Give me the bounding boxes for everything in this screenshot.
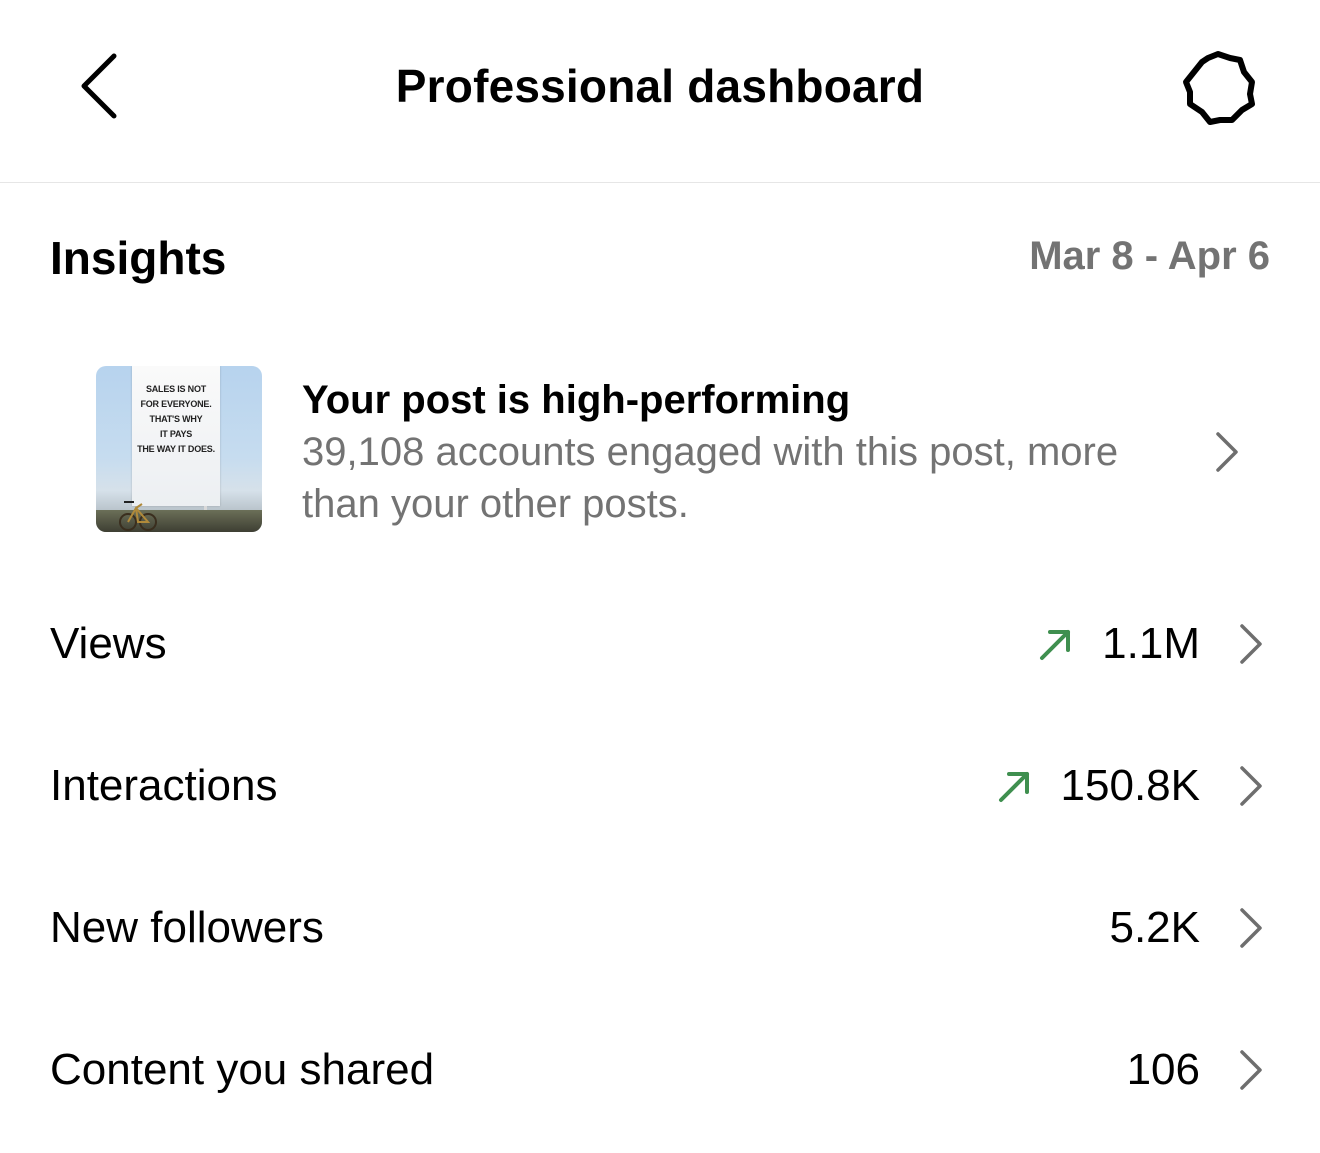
metric-value: 106 (1126, 1045, 1200, 1094)
metric-value-group: 1.1M (1036, 618, 1264, 670)
metric-value-group: 150.8K (995, 760, 1264, 812)
top-bar: Professional dashboard (0, 0, 1320, 183)
metric-value: 5.2K (1109, 903, 1200, 952)
page-title: Professional dashboard (395, 60, 925, 112)
post-thumbnail: SALES IS NOT FOR EVERYONE. THAT'S WHY IT… (96, 366, 262, 532)
metric-row-views[interactable]: Views 1.1M (0, 582, 1320, 702)
gear-icon (1183, 51, 1255, 125)
metric-value: 1.1M (1102, 619, 1200, 668)
metric-row-interactions[interactable]: Interactions 150.8K (0, 724, 1320, 844)
thumbnail-text-line: FOR EVERYONE. (140, 399, 212, 409)
metric-row-content-shared[interactable]: Content you shared 106 (0, 1008, 1320, 1128)
date-range[interactable]: Mar 8 - Apr 6 (1029, 230, 1270, 282)
trend-up-arrow-icon (998, 772, 1029, 802)
insights-heading: Insights (50, 232, 227, 284)
chevron-right-icon (1240, 624, 1262, 664)
chevron-right-icon (1240, 908, 1262, 948)
chevron-right-icon (1216, 432, 1238, 472)
metric-label: New followers (50, 903, 324, 952)
settings-button[interactable] (1176, 46, 1260, 130)
metric-value: 150.8K (1060, 761, 1200, 810)
thumbnail-text-line: THAT'S WHY (149, 414, 203, 424)
high-performing-post-card[interactable]: SALES IS NOT FOR EVERYONE. THAT'S WHY IT… (0, 340, 1320, 560)
thumbnail-text-line: IT PAYS (159, 429, 193, 439)
chevron-right-icon (1240, 1050, 1262, 1090)
thumbnail-billboard: SALES IS NOT FOR EVERYONE. THAT'S WHY IT… (132, 366, 220, 506)
trend-up-arrow-icon (1040, 630, 1071, 660)
chevron-right-icon (1240, 766, 1262, 806)
thumbnail-text-line: THE WAY IT DOES. (137, 444, 215, 454)
card-title: Your post is high-performing (302, 378, 851, 422)
metric-label: Content you shared (50, 1045, 435, 1094)
metric-label: Views (50, 619, 167, 668)
card-description: 39,108 accounts engaged with this post, … (302, 430, 1119, 526)
metric-value-group: 5.2K (1109, 902, 1264, 954)
metric-label: Interactions (50, 761, 278, 810)
bicycle-icon (119, 501, 157, 531)
thumbnail-text-line: SALES IS NOT (145, 384, 207, 394)
metric-value-group: 106 (1127, 1044, 1264, 1096)
metric-row-new-followers[interactable]: New followers 5.2K (0, 866, 1320, 986)
